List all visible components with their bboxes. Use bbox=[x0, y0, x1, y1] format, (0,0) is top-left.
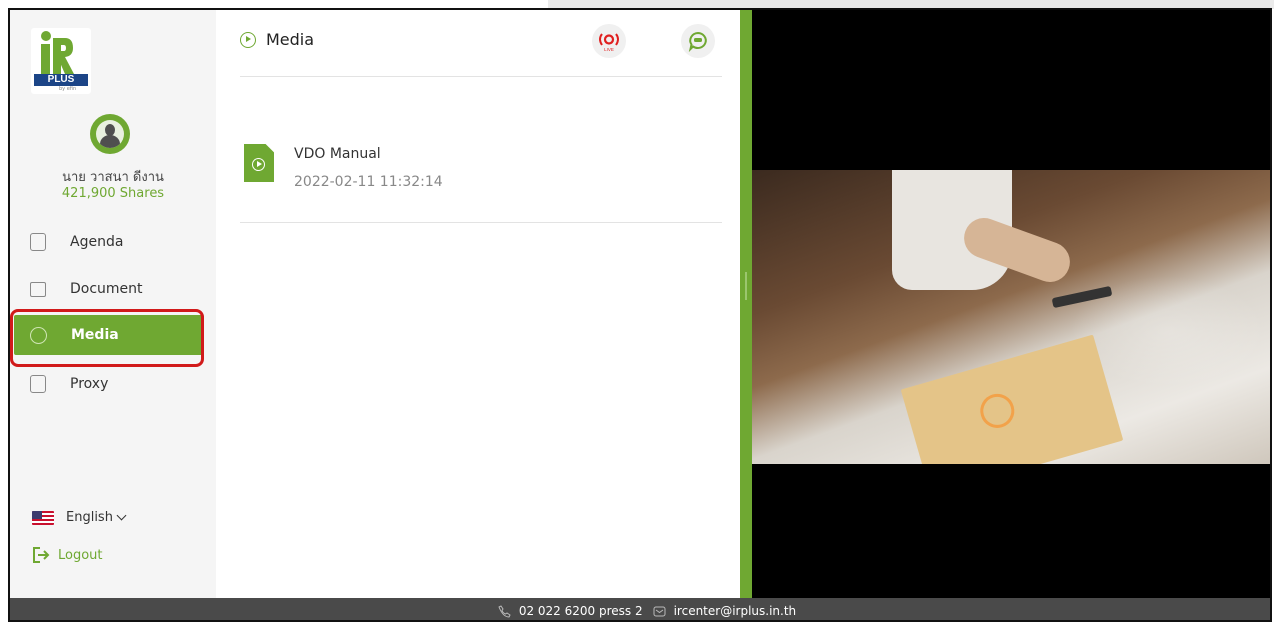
irplus-logo[interactable]: PLUS by efin bbox=[31, 28, 91, 94]
user-name: นาย วาสนา ดีงาน bbox=[62, 170, 164, 185]
page-title-text: Media bbox=[266, 30, 315, 49]
video-player[interactable] bbox=[752, 10, 1270, 598]
file-date: 2022-02-11 11:32:14 bbox=[294, 174, 443, 190]
proxy-icon bbox=[30, 375, 46, 393]
footer: 02 022 6200 press 2 ircenter@irplus.in.t… bbox=[10, 598, 1270, 620]
svg-text:LIVE: LIVE bbox=[604, 47, 614, 52]
avatar-icon bbox=[96, 120, 124, 148]
logout-label: Logout bbox=[58, 547, 103, 563]
sidebar-item-label: Document bbox=[70, 281, 143, 297]
footer-email[interactable]: ircenter@irplus.in.th bbox=[674, 604, 797, 618]
chat-button[interactable] bbox=[681, 24, 715, 58]
sidebar: PLUS by efin นาย วาสนา ดีงาน 421,900 Sha… bbox=[10, 10, 216, 598]
list-item[interactable]: VDO Manual 2022-02-11 11:32:14 bbox=[240, 140, 722, 200]
sidebar-item-proxy[interactable]: Proxy bbox=[14, 364, 204, 404]
list-divider bbox=[240, 222, 722, 223]
phone-icon bbox=[498, 604, 511, 618]
splitter-grip-icon bbox=[745, 272, 747, 300]
video-frame bbox=[752, 170, 1270, 464]
logo-by-text: by efin bbox=[59, 86, 77, 92]
sidebar-item-label: Proxy bbox=[70, 376, 109, 392]
sidebar-item-label: Agenda bbox=[70, 234, 124, 250]
video-file-icon bbox=[244, 144, 274, 182]
page-title: Media bbox=[240, 30, 314, 49]
mail-icon bbox=[653, 606, 666, 616]
avatar bbox=[90, 114, 130, 154]
sidebar-item-agenda[interactable]: Agenda bbox=[14, 222, 204, 262]
main-panel: Media LIVE VDO Manual 2022-02-11 11:32:1… bbox=[216, 10, 740, 598]
live-broadcast-icon: LIVE bbox=[599, 33, 619, 52]
app-window: PLUS by efin นาย วาสนา ดีงาน 421,900 Sha… bbox=[8, 8, 1272, 622]
header-divider bbox=[240, 76, 722, 77]
us-flag-icon bbox=[32, 510, 54, 525]
ir-logo-icon bbox=[41, 31, 74, 74]
chevron-down-icon bbox=[116, 510, 127, 521]
logout-button[interactable]: Logout bbox=[32, 546, 103, 564]
footer-phone: 02 022 6200 press 2 bbox=[518, 604, 643, 618]
chat-icon bbox=[688, 31, 707, 53]
file-name: VDO Manual bbox=[294, 146, 381, 162]
sidebar-item-document[interactable]: Document bbox=[14, 269, 204, 309]
live-button[interactable]: LIVE bbox=[592, 24, 626, 58]
logout-icon bbox=[33, 547, 50, 563]
agenda-icon bbox=[30, 233, 46, 251]
play-circle-icon bbox=[240, 31, 256, 48]
user-shares: 421,900 Shares bbox=[61, 186, 165, 201]
panel-splitter[interactable] bbox=[740, 10, 752, 598]
folder-icon bbox=[30, 281, 46, 297]
language-selector[interactable]: English bbox=[32, 510, 127, 525]
selection-highlight bbox=[10, 309, 204, 367]
logo-plus-text: PLUS bbox=[34, 74, 88, 86]
language-label: English bbox=[66, 510, 113, 525]
